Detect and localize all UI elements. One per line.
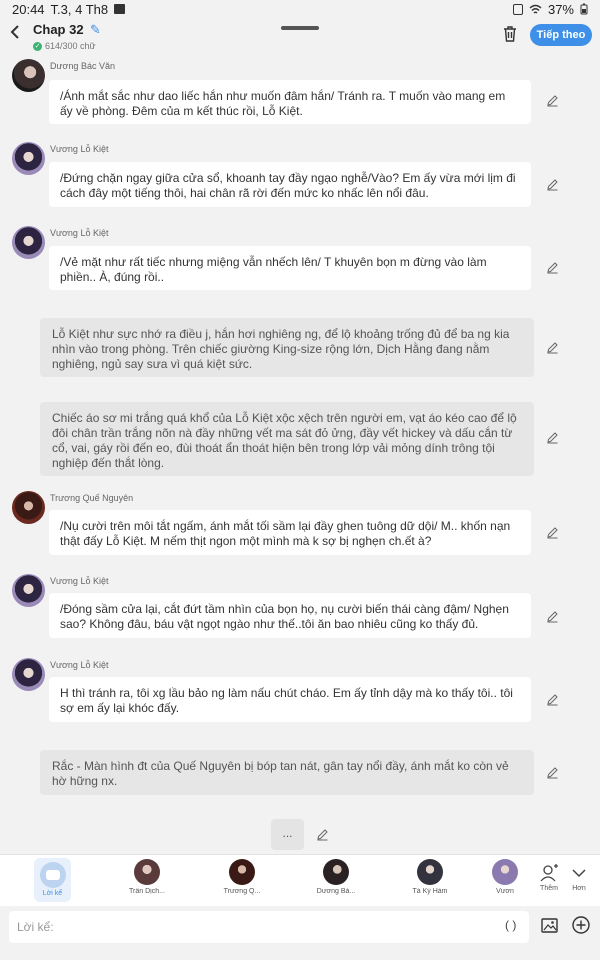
character-name: Trương Q... [223,888,261,895]
narration-input[interactable] [17,911,487,943]
image-icon[interactable] [541,918,558,933]
gallery-notification-icon [114,4,126,14]
add-character-label: Thêm [540,885,558,892]
wifi-icon [529,4,542,14]
character-bar: Lời kể Trần Dịch... Trương Q... Dương Bá… [0,854,600,906]
add-icon[interactable] [572,916,590,934]
message-bubble[interactable]: /Đứng chặn ngay giữa cửa sổ, khoanh tay … [49,162,531,207]
character-avatar [417,859,443,885]
composer-box: ( ) [9,911,529,943]
edit-pencil-icon[interactable] [546,693,559,706]
parentheses-button[interactable]: ( ) [505,918,516,932]
narrator-label: Lời kể [42,890,63,897]
battery-text: 37% [547,1,574,17]
edit-pencil-icon[interactable] [546,94,559,107]
system-nav-bar [0,948,600,960]
character-avatar [323,859,349,885]
chapter-title: Chap 32 [33,22,84,37]
edit-pencil-icon[interactable] [546,766,559,779]
character-name: Vươn [496,888,514,895]
sender-name: Vương Lỗ Kiệt [50,576,109,586]
message-bubble[interactable]: H thì tránh ra, tôi xg lầu bảo ng làm nấ… [49,677,531,722]
sender-name: Vương Lỗ Kiệt [50,228,109,238]
character-name: Dương Bá... [316,888,356,895]
character-item[interactable]: Tả Kỳ Hàm [400,859,460,895]
character-avatar [134,859,160,885]
character-avatar [229,859,255,885]
story-messages: Dương Bác Văn /Ánh mắt sắc như dao liếc … [0,52,600,854]
message-bubble[interactable]: /Ánh mắt sắc như dao liếc hắn như muốn đ… [49,80,531,124]
chevron-left-icon [10,25,19,39]
edit-title-icon[interactable]: ✎ [90,22,101,38]
more-button[interactable]: ... [271,819,304,850]
character-item[interactable]: Trương Q... [212,859,272,895]
edit-pencil-icon[interactable] [546,610,559,623]
trash-icon[interactable] [502,25,518,43]
character-item[interactable]: Dương Bá... [306,859,366,895]
edit-pencil-icon[interactable] [546,431,559,444]
status-bar: 20:44 T.3, 4 Th8 37% [0,0,600,18]
drag-handle[interactable] [281,26,319,30]
edit-pencil-icon[interactable] [316,828,329,841]
character-avatar [492,859,518,885]
status-date: T.3, 4 Th8 [50,1,109,17]
avatar[interactable] [12,226,45,259]
sender-name: Dương Bác Văn [50,61,115,71]
character-name: Tả Kỳ Hàm [412,888,448,895]
back-button[interactable] [8,23,28,45]
word-count: ✓ 614/300 chữ [33,41,101,51]
avatar[interactable] [12,491,45,524]
expand-characters-button[interactable]: Hơn [565,863,593,892]
avatar[interactable] [12,59,45,92]
editor-header: Chap 32 ✎ ✓ 614/300 chữ Tiếp theo [0,18,600,52]
narrator-selector[interactable]: Lời kể [34,858,71,902]
character-item[interactable]: Trần Dịch... [117,859,177,895]
next-button[interactable]: Tiếp theo [530,24,592,46]
sender-name: Trương Quế Nguyên [50,493,134,503]
word-count-text: 614/300 chữ [45,41,96,51]
add-character-button[interactable]: Thêm [535,863,563,892]
avatar[interactable] [12,658,45,691]
narration-bubble[interactable]: Lỗ Kiệt như sực nhớ ra điều j, hắn hơi n… [40,318,534,377]
message-bubble[interactable]: /Vẻ mặt như rất tiếc nhưng miệng vẫn nhế… [49,246,531,290]
character-item[interactable]: Vươn [490,859,520,895]
sender-name: Vương Lỗ Kiệt [50,144,109,154]
check-icon: ✓ [33,41,42,51]
message-bubble[interactable]: /Đóng sầm cửa lại, cắt đứt tầm nhìn của … [49,593,531,638]
edit-pencil-icon[interactable] [546,526,559,539]
battery-icon [580,3,588,15]
status-time: 20:44 [12,1,45,17]
expand-label: Hơn [572,885,586,892]
character-name: Trần Dịch... [129,888,165,895]
composer: ( ) [0,906,600,948]
avatar[interactable] [12,574,45,607]
narration-bubble[interactable]: Rắc - Màn hình đt của Quế Nguyên bị bóp … [40,750,534,795]
message-bubble[interactable]: /Nụ cười trên môi tắt ngấm, ánh mắt tối … [49,510,531,555]
chevron-down-icon [572,869,586,878]
avatar[interactable] [12,142,45,175]
edit-pencil-icon[interactable] [546,341,559,354]
chapter-title-block: Chap 32 ✎ ✓ 614/300 chữ [33,21,101,51]
edit-pencil-icon[interactable] [546,261,559,274]
add-user-icon [540,864,558,882]
narration-bubble[interactable]: Chiếc áo sơ mi trắng quá khổ của Lỗ Kiệt… [40,402,534,476]
lock-icon [512,3,523,15]
edit-pencil-icon[interactable] [546,178,559,191]
narrator-icon [39,862,66,888]
sender-name: Vương Lỗ Kiệt [50,660,109,670]
